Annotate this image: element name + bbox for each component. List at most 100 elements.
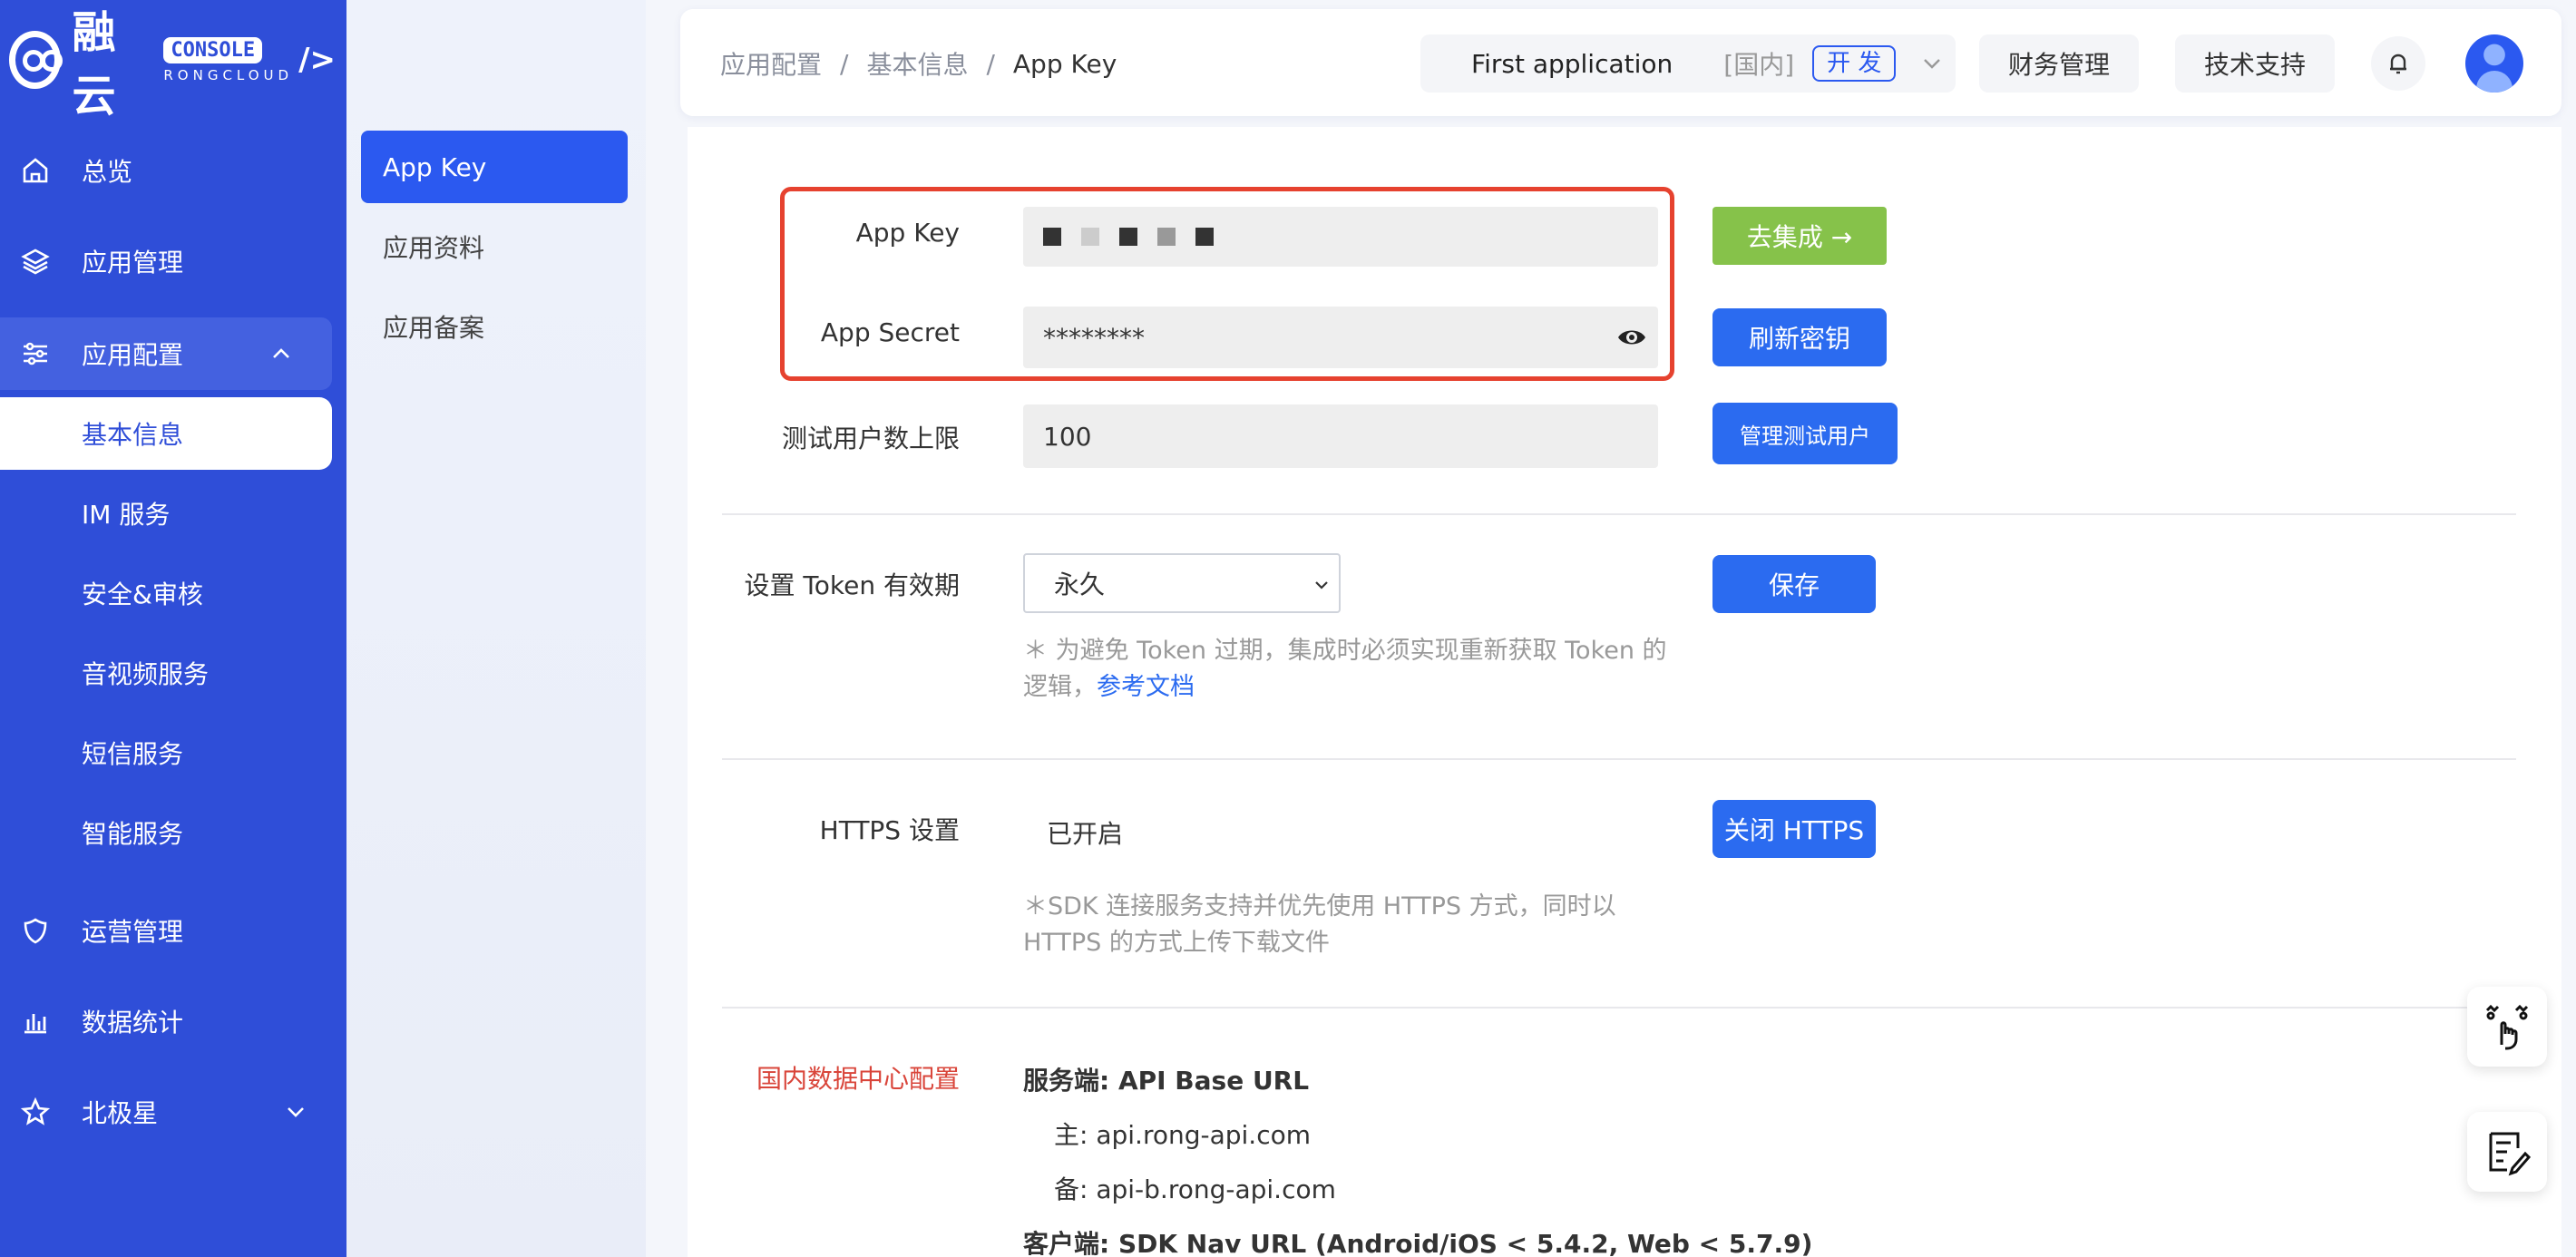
- star-icon: [20, 1096, 51, 1127]
- https-note-line1: ＊SDK 连接服务支持并优先使用 HTTPS 方式，同时以: [1023, 892, 1616, 921]
- chevron-up-icon: [273, 348, 289, 358]
- sidebar-item-label: 北极星: [82, 1098, 159, 1128]
- sidebar-subitem-security[interactable]: 安全&审核: [0, 557, 332, 629]
- console-badge-sub: RONGCLOUD: [163, 66, 294, 83]
- sliders-icon: [20, 338, 51, 369]
- app-secret-label: App Secret: [820, 317, 960, 347]
- sidebar-item-north-star[interactable]: 北极星: [0, 1076, 346, 1148]
- sidebar-subitem-sms-service[interactable]: 短信服务: [0, 716, 332, 789]
- finance-button[interactable]: 财务管理: [1979, 34, 2139, 93]
- main-sidebar: 融云 CONSOLE RONGCLOUD /> 总览 应用管理 应用配置 基本信…: [0, 0, 346, 1257]
- breadcrumb-item-app-config[interactable]: 应用配置: [720, 45, 822, 82]
- sidebar-subitem-label: 短信服务: [82, 739, 184, 769]
- console-badge: CONSOLE RONGCLOUD: [163, 36, 294, 83]
- subnav-item-app-profile[interactable]: 应用资料: [361, 210, 628, 283]
- eye-icon[interactable]: [1616, 325, 1647, 350]
- chevron-down-icon: [1924, 59, 1941, 69]
- app-name: First application: [1471, 48, 1673, 79]
- sidebar-item-operations[interactable]: 运营管理: [0, 894, 346, 967]
- floating-guide-button[interactable]: [2467, 987, 2547, 1067]
- reference-doc-link[interactable]: 参考文档: [1097, 673, 1195, 701]
- finance-button-label: 财务管理: [2007, 50, 2110, 80]
- bar-chart-icon: [20, 1006, 51, 1037]
- app-switcher[interactable]: First application [国内] 开 发: [1420, 34, 1956, 93]
- go-integrate-button[interactable]: 去集成 →: [1712, 207, 1887, 265]
- refresh-secret-label: 刷新密钥: [1748, 324, 1850, 354]
- tap-gesture-icon: [2485, 1004, 2529, 1050]
- console-badge-text: CONSOLE: [163, 36, 263, 63]
- subnav-item-label: 应用备案: [383, 313, 485, 343]
- secondary-sidebar: App Key 应用资料 应用备案: [346, 0, 646, 1257]
- go-integrate-label: 去集成 →: [1746, 222, 1853, 252]
- https-note-line2: HTTPS 的方式上传下载文件: [1023, 929, 1330, 957]
- section-divider: [722, 758, 2516, 760]
- sidebar-item-overview[interactable]: 总览: [0, 134, 346, 207]
- app-secret-value: ********: [1043, 322, 1145, 353]
- top-header: 应用配置 / 基本信息 / App Key First application …: [680, 9, 2561, 116]
- app-region: [国内]: [1723, 50, 1795, 80]
- subnav-item-app-key[interactable]: App Key: [361, 131, 628, 203]
- client-nav-title: 客户端: SDK Nav URL (Android/iOS < 5.4.2, W…: [1023, 1229, 1813, 1257]
- breadcrumb-separator: /: [986, 48, 995, 79]
- data-center-label: 国内数据中心配置: [756, 1064, 960, 1094]
- breadcrumb-item-basic-info[interactable]: 基本信息: [866, 45, 968, 82]
- refresh-secret-button[interactable]: 刷新密钥: [1712, 308, 1887, 366]
- support-button-label: 技术支持: [2203, 50, 2306, 80]
- token-note-line1: ＊ 为避免 Token 过期，集成时必须实现重新获取 Token 的: [1023, 637, 1667, 665]
- sidebar-item-label: 运营管理: [82, 917, 184, 947]
- sidebar-subitem-im-service[interactable]: IM 服务: [0, 477, 332, 550]
- rongcloud-logo-icon: [9, 31, 63, 89]
- close-https-button[interactable]: 关闭 HTTPS: [1712, 800, 1876, 858]
- masked-char: [1043, 228, 1061, 246]
- https-status: 已开启: [1047, 819, 1124, 849]
- app-key-field[interactable]: [1023, 207, 1658, 267]
- save-token-button[interactable]: 保存: [1712, 555, 1876, 613]
- server-api-main: 主: api.rong-api.com: [1054, 1120, 1312, 1150]
- subnav-item-label: 应用资料: [383, 233, 485, 263]
- close-https-label: 关闭 HTTPS: [1723, 815, 1865, 845]
- test-users-field[interactable]: 100: [1023, 404, 1658, 468]
- sidebar-item-label: 应用配置: [82, 340, 184, 370]
- sidebar-subitem-smart-service[interactable]: 智能服务: [0, 796, 332, 869]
- section-divider: [722, 513, 2516, 515]
- sidebar-item-app-management[interactable]: 应用管理: [0, 225, 346, 297]
- save-label: 保存: [1768, 570, 1820, 600]
- layers-icon: [20, 246, 51, 277]
- test-users-value: 100: [1043, 421, 1092, 452]
- subnav-item-app-filing[interactable]: 应用备案: [361, 290, 628, 363]
- support-button[interactable]: 技术支持: [2175, 34, 2335, 93]
- token-expiry-value: 永久: [1054, 570, 1106, 599]
- home-icon: [20, 155, 51, 186]
- https-label: HTTPS 设置: [819, 815, 960, 845]
- chevron-down-icon: [1315, 581, 1328, 590]
- token-note: ＊ 为避免 Token 过期，集成时必须实现重新获取 Token 的 逻辑，参考…: [1023, 633, 1712, 706]
- sidebar-item-label: 总览: [82, 157, 133, 187]
- sidebar-item-label: 数据统计: [82, 1008, 184, 1038]
- sidebar-subitem-label: 音视频服务: [82, 659, 210, 689]
- subnav-item-label: App Key: [383, 151, 487, 182]
- section-divider: [722, 1007, 2516, 1009]
- masked-char: [1195, 228, 1214, 246]
- floating-feedback-button[interactable]: [2467, 1112, 2547, 1192]
- https-note: ＊SDK 连接服务支持并优先使用 HTTPS 方式，同时以 HTTPS 的方式上…: [1023, 889, 1712, 961]
- sidebar-subitem-basic-info[interactable]: 基本信息: [0, 397, 332, 470]
- app-secret-field[interactable]: ********: [1023, 307, 1658, 368]
- sidebar-item-app-config[interactable]: 应用配置: [0, 317, 332, 390]
- sidebar-subitem-label: 安全&审核: [82, 580, 203, 609]
- sidebar-item-label: 应用管理: [82, 248, 184, 278]
- avatar[interactable]: [2465, 34, 2523, 93]
- chevron-down-icon: [288, 1107, 304, 1117]
- console-slash: />: [298, 42, 336, 78]
- app-key-label: App Key: [855, 218, 960, 248]
- sidebar-subitem-av-service[interactable]: 音视频服务: [0, 637, 332, 709]
- notification-button[interactable]: [2371, 36, 2425, 91]
- sidebar-item-statistics[interactable]: 数据统计: [0, 985, 346, 1057]
- token-note-line2-text: 逻辑，: [1023, 673, 1097, 701]
- token-label: 设置 Token 有效期: [744, 570, 960, 600]
- env-badge: 开 发: [1812, 45, 1897, 82]
- manage-test-users-button[interactable]: 管理测试用户: [1712, 403, 1898, 464]
- breadcrumb-separator: /: [840, 48, 849, 79]
- token-expiry-select[interactable]: 永久: [1023, 553, 1341, 613]
- server-api-backup: 备: api-b.rong-api.com: [1054, 1174, 1336, 1204]
- brand-logo[interactable]: 融云 CONSOLE RONGCLOUD />: [9, 7, 336, 122]
